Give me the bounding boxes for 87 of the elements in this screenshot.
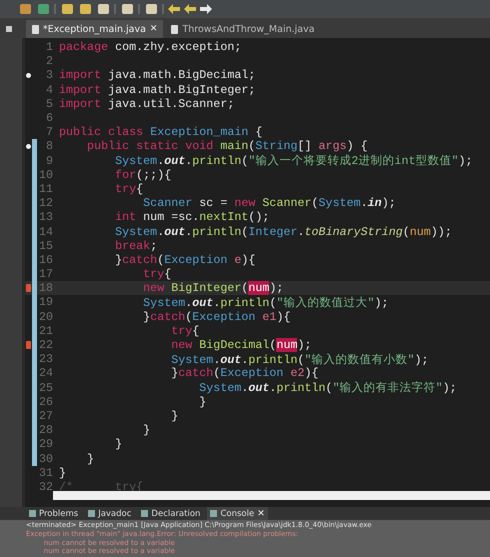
line-number: 30: [38, 452, 53, 466]
code-line: System.out.println("输入的数值有小数");: [170, 352, 429, 367]
line-number: 20: [38, 310, 53, 324]
code-line: }: [198, 394, 206, 409]
code-line: int num =sc.nextInt();: [114, 210, 270, 224]
line-number: 6: [44, 111, 53, 126]
code-line: import java.math.BigDecimal;: [59, 68, 256, 82]
line-number: 3: [44, 68, 53, 82]
line-number: 9: [44, 154, 53, 168]
code-line: for(;;){: [114, 168, 172, 182]
toolbar-icon[interactable]: [120, 3, 134, 15]
line-number: 1: [44, 40, 53, 54]
close-icon[interactable]: ✕: [150, 24, 158, 34]
line-number: 22: [38, 338, 53, 352]
horizontal-scrollbar[interactable]: [53, 491, 490, 500]
view-icon: [141, 510, 148, 517]
forward-arrow-icon[interactable]: [200, 4, 212, 14]
line-number: 11: [38, 182, 53, 196]
view-tab[interactable]: Declaration: [138, 507, 204, 520]
code-line: }: [114, 437, 122, 452]
line-number: 5: [44, 96, 53, 111]
java-file-icon: [171, 24, 178, 34]
code-line: new BigDecimal(num);: [170, 338, 312, 352]
line-number: 7: [44, 125, 53, 140]
error-marker-icon[interactable]: [26, 284, 31, 292]
view-icon: [29, 510, 36, 517]
code-line: try{: [142, 267, 172, 282]
editor-tab[interactable]: *Exception_main.java ✕: [26, 20, 164, 38]
code-line: break;: [114, 238, 158, 253]
close-icon[interactable]: ✕: [257, 508, 265, 518]
back-arrow-icon[interactable]: [184, 4, 196, 14]
line-number: 19: [38, 295, 53, 310]
code-line: System.out.println("输入的数值过大");: [142, 294, 389, 310]
line-number: 8: [44, 139, 53, 154]
view-tab[interactable]: Problems: [26, 507, 82, 520]
code-line: new BigInteger(num);: [142, 281, 284, 296]
line-number: 23: [38, 352, 53, 366]
toolbar-icon[interactable]: [18, 3, 32, 15]
line-number: 24: [38, 366, 53, 380]
code-line: public class Exception_main {: [59, 125, 262, 140]
error-marker-icon[interactable]: [26, 341, 31, 350]
line-number: 4: [44, 82, 53, 97]
java-file-icon: [32, 24, 39, 34]
code-line: import java.util.Scanner;: [59, 96, 234, 111]
line-number: 13: [38, 210, 53, 224]
toolbar-icon[interactable]: [144, 3, 158, 15]
line-number: 25: [38, 380, 53, 395]
fold-icon[interactable]: [26, 72, 31, 78]
line-number: 16: [38, 252, 53, 267]
code-line: }: [59, 466, 66, 480]
line-number: 10: [38, 168, 53, 182]
code-line: }: [170, 408, 178, 423]
view-tab[interactable]: Javadoc: [85, 507, 134, 520]
code-line: import java.math.BigInteger;: [59, 82, 256, 97]
code-line: }catch(Exception e){: [114, 252, 256, 267]
view-icon: [88, 510, 96, 517]
line-number: 26: [38, 394, 53, 409]
line-number: 29: [38, 437, 53, 452]
line-number: 32: [38, 480, 53, 494]
line-number: 14: [38, 224, 53, 239]
line-number: 21: [38, 324, 53, 338]
toolbar-icon[interactable]: [36, 3, 50, 15]
line-number: 28: [38, 423, 53, 438]
editor-tab[interactable]: ThrowsAndThrow_Main.java: [165, 20, 321, 38]
code-line: System.out.println("输入的有非法字符");: [198, 380, 457, 396]
back-arrow-icon[interactable]: [168, 4, 180, 14]
line-number: 18: [38, 281, 53, 296]
line-number: 27: [38, 408, 53, 423]
line-number: 17: [38, 267, 53, 282]
line-number: 2: [44, 54, 53, 68]
code-line: }: [86, 452, 94, 466]
code-line: }: [142, 423, 150, 438]
line-number: 31: [38, 466, 53, 480]
view-tab[interactable]: Console ✕: [207, 507, 268, 520]
code-line: }catch(Exception e1){: [142, 310, 290, 324]
code-line: try{: [114, 182, 144, 196]
code-line: }catch(Exception e2){: [170, 366, 319, 380]
code-line: try{: [170, 324, 200, 338]
code-line: System.out.println(Integer.toBinaryString(num));: [114, 224, 452, 239]
line-number: 15: [38, 238, 53, 253]
code-line: public static void main(String[] args) {: [86, 139, 368, 154]
fold-icon[interactable]: [26, 144, 31, 149]
code-line: Scanner sc = new Scanner(System.in);: [142, 196, 396, 210]
line-number: 12: [38, 196, 53, 210]
view-icon: [210, 510, 218, 517]
code-line: System.out.println("输入一个将要转成2进制的int型数值");: [114, 153, 473, 168]
code-line: package com.zhy.exception;: [59, 40, 242, 54]
